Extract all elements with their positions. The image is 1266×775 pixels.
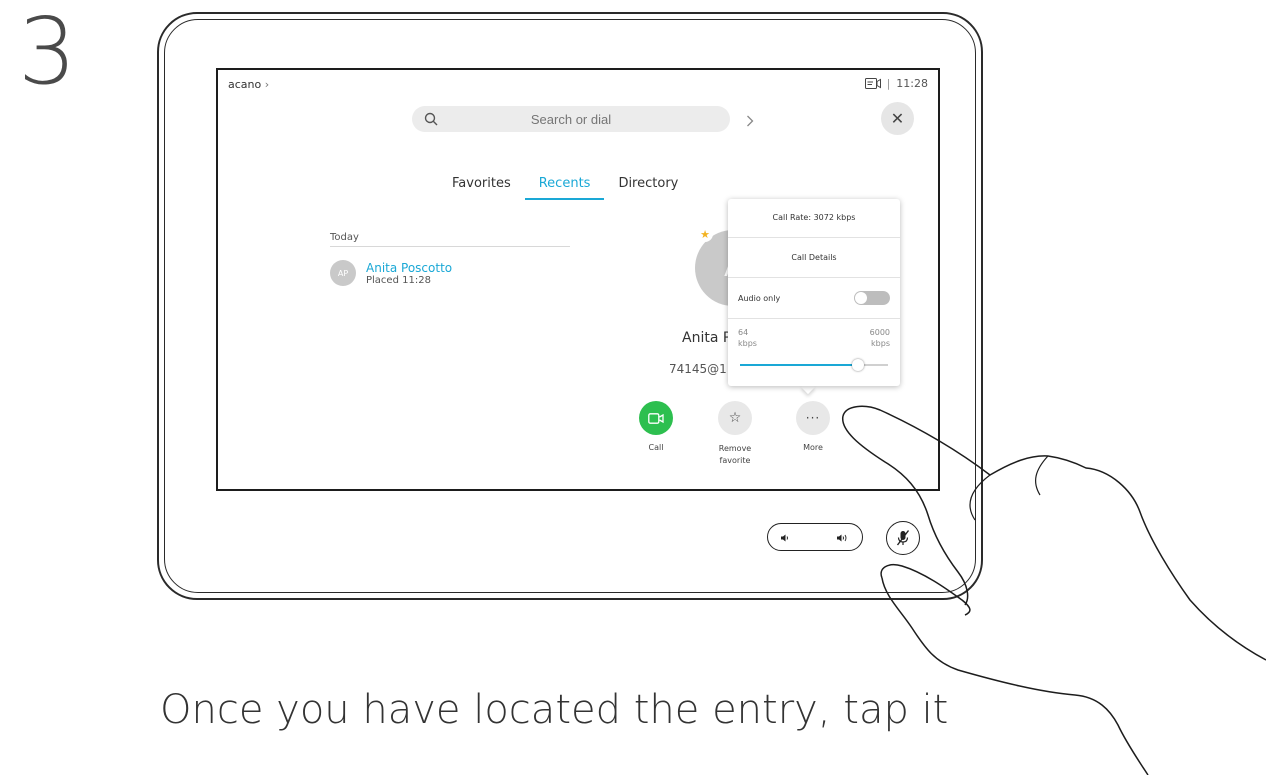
audio-only-row: Audio only [728,278,900,319]
slider-fill [740,364,859,366]
audio-only-toggle[interactable] [854,291,890,305]
contact-address: 74145@1 [669,362,727,376]
microphone-muted-icon [896,530,910,546]
mute-button[interactable] [886,521,920,555]
video-call-icon [648,412,664,424]
status-bar: | 11:28 [864,77,928,90]
touch-screen: acano › | 11:28 ✕ Favorites Recents Dire… [216,68,940,491]
contact-name: Anita P [682,330,732,346]
call-rate-slider[interactable] [738,359,890,371]
camera-status-icon [864,78,881,89]
more-button[interactable]: ··· [796,401,830,435]
chevron-right-icon: › [264,78,270,91]
range-max: 6000 [869,328,890,337]
status-time: 11:28 [896,77,928,90]
more-options-popup: Call Rate: 3072 kbps Call Details Audio … [728,199,900,386]
instruction-text: Once you have located the entry, tap it [160,687,949,733]
brand-breadcrumb[interactable]: acano › [228,78,269,91]
remove-favorite-action[interactable]: ☆ Remove favorite [710,401,760,467]
volume-control[interactable] [767,523,863,551]
more-dots-icon: ··· [805,411,821,425]
close-icon: ✕ [890,109,905,128]
call-button[interactable] [639,401,673,435]
status-divider: | [886,77,891,90]
brand-label: acano [228,78,262,91]
search-icon [424,111,438,130]
list-item-subtitle: Placed 11:28 [366,274,431,286]
remove-favorite-label: Remove favorite [718,444,752,465]
tab-bar: Favorites Recents Directory [438,176,692,200]
audio-only-label: Audio only [738,293,781,303]
chevron-right-icon[interactable] [746,112,754,131]
slider-handle[interactable] [852,359,865,371]
volume-up-icon[interactable] [836,528,850,547]
avatar: AP [330,260,356,286]
call-rate-label: Call Rate: 3072 kbps [728,199,900,238]
call-rate-range: 64 6000 kbps kbps [728,319,900,371]
step-number: 3 [18,0,77,105]
volume-down-icon[interactable] [780,528,790,547]
favorite-star-icon: ★ [697,226,713,242]
range-min-unit: kbps [738,339,757,348]
search-bar[interactable] [412,106,730,132]
more-action[interactable]: ··· More [788,401,838,452]
call-action[interactable]: Call [631,401,681,452]
close-button[interactable]: ✕ [881,102,914,135]
star-icon: ☆ [728,410,742,426]
list-item-name: Anita Poscotto [366,260,453,275]
list-item[interactable]: AP Anita Poscotto Placed 11:28 [330,260,570,286]
call-details-button[interactable]: Call Details [728,238,900,278]
list-section-heading: Today [330,232,570,247]
remove-favorite-button[interactable]: ☆ [718,401,752,435]
search-input[interactable] [412,110,730,128]
call-label: Call [648,443,664,452]
recents-list: Today AP Anita Poscotto Placed 11:28 [330,232,570,286]
more-label: More [803,443,823,452]
tab-recents[interactable]: Recents [524,176,605,200]
tab-favorites[interactable]: Favorites [438,176,525,200]
range-max-unit: kbps [871,339,890,348]
toggle-knob [855,292,867,304]
range-min: 64 [738,328,749,337]
tab-directory[interactable]: Directory [604,176,692,200]
